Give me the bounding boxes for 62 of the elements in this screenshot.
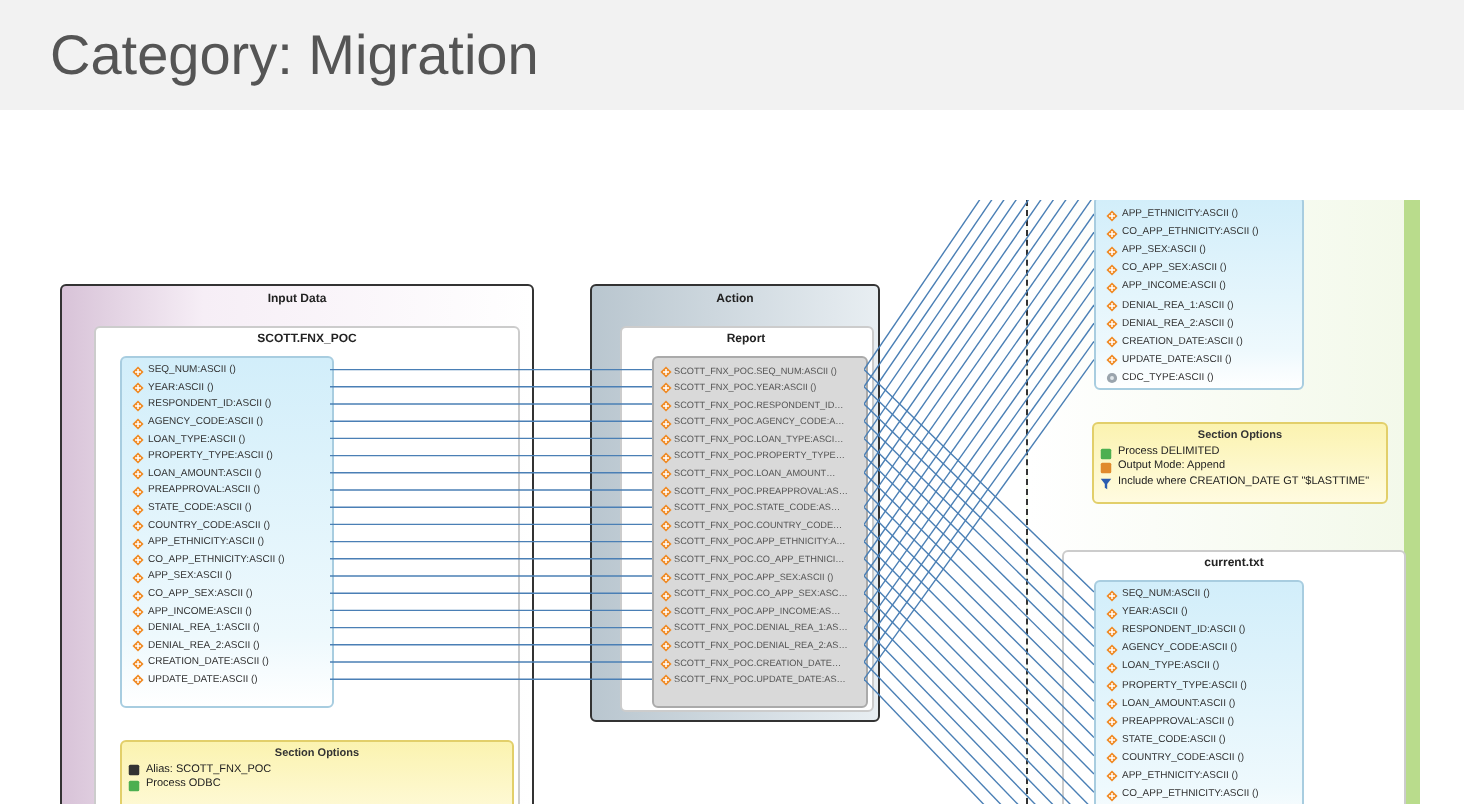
- field-icon: [1106, 716, 1118, 729]
- field-icon: [132, 468, 144, 481]
- field-icon: [659, 434, 671, 447]
- field-icon: [1106, 661, 1118, 674]
- field-icon: [132, 520, 144, 533]
- field-icon: [1106, 643, 1118, 656]
- field-icon: [132, 434, 144, 447]
- field-icon: [1106, 336, 1118, 349]
- page-title: Category: Migration: [50, 23, 539, 87]
- field-icon: [1106, 734, 1118, 747]
- field-icon: [659, 485, 671, 498]
- field-icon: [132, 503, 144, 516]
- field-icon: [1106, 227, 1118, 240]
- field-icon: [1106, 245, 1118, 258]
- field-icon: [659, 417, 671, 430]
- field-icon: [1106, 318, 1118, 331]
- field-icon: [659, 399, 671, 412]
- field-icon: [1106, 698, 1118, 711]
- field-icon: [132, 399, 144, 412]
- field-icon: [659, 657, 671, 670]
- field-icon: [659, 503, 671, 516]
- field-icon: [1106, 625, 1118, 638]
- field-icon: [132, 657, 144, 670]
- field-icon: [132, 537, 144, 550]
- field-icon: [659, 571, 671, 584]
- gear-icon: [1106, 372, 1118, 385]
- field-icon: [132, 674, 144, 687]
- field-icon: [132, 623, 144, 636]
- field-icon: [1106, 281, 1118, 294]
- field-icon: [659, 554, 671, 567]
- field-icon: [132, 640, 144, 653]
- field-icon: [132, 365, 144, 378]
- field-icon: [1106, 263, 1118, 276]
- field-icon: [132, 382, 144, 395]
- field-icon: [1106, 770, 1118, 783]
- field-icon: [1106, 752, 1118, 765]
- field-icon: [659, 606, 671, 619]
- field-icon: [659, 520, 671, 533]
- field-icon: [132, 606, 144, 619]
- field-icon: [132, 485, 144, 498]
- field-icon: [659, 537, 671, 550]
- field-icon: [132, 417, 144, 430]
- field-icon: [659, 468, 671, 481]
- funnel-icon: [1100, 477, 1112, 489]
- field-icon: [659, 674, 671, 687]
- field-icon: [659, 365, 671, 378]
- field-icon: [659, 623, 671, 636]
- field-icon: [1106, 789, 1118, 802]
- field-icon: [132, 571, 144, 584]
- field-icon: [659, 382, 671, 395]
- field-icon: [132, 451, 144, 464]
- field-icon: [132, 589, 144, 602]
- field-icon: [132, 554, 144, 567]
- field-icon: [1106, 589, 1118, 602]
- field-icon: [659, 640, 671, 653]
- field-icon: [1106, 354, 1118, 367]
- field-icon: [659, 589, 671, 602]
- field-icon: [1106, 607, 1118, 620]
- field-icon: [659, 451, 671, 464]
- field-icon: [1106, 680, 1118, 693]
- field-icon: [1106, 300, 1118, 313]
- field-icon: [1106, 209, 1118, 222]
